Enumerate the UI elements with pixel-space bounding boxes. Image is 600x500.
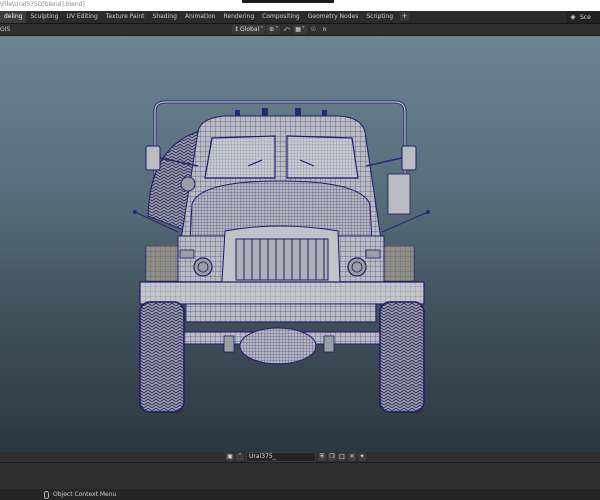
viewport-header: GIS ↕ Global ˅ ⊛ ˅ ⤺ ▦ ˅ ☉ ∩ bbox=[0, 24, 600, 36]
right-wheel bbox=[379, 301, 425, 413]
workspace-tabs: deling Sculpting UV Editing Texture Pain… bbox=[0, 11, 412, 23]
tab-uv-editing[interactable]: UV Editing bbox=[62, 11, 101, 23]
file-path: \File\Ural375D[blend].blend] bbox=[0, 1, 85, 8]
orientation-icon: ↕ bbox=[234, 26, 240, 33]
scene-selector[interactable]: ◈ Sce bbox=[566, 11, 600, 23]
snap-icon[interactable]: ⤺ bbox=[282, 25, 291, 34]
scene-label: Sce bbox=[580, 13, 591, 21]
grid-icon: ▦ bbox=[295, 26, 301, 33]
transform-tools: ↕ Global ˅ ⊛ ˅ ⤺ ▦ ˅ ☉ ∩ bbox=[232, 25, 329, 34]
close-icon[interactable]: ✕ bbox=[348, 453, 356, 461]
orientation-label: Global bbox=[240, 26, 260, 33]
tab-rendering[interactable]: Rendering bbox=[219, 11, 258, 23]
divider bbox=[0, 462, 600, 463]
axle bbox=[177, 303, 383, 365]
snap-dropdown[interactable]: ▦ ˅ bbox=[293, 25, 307, 34]
tab-sculpting[interactable]: Sculpting bbox=[26, 11, 62, 23]
tab-geometry-nodes[interactable]: Geometry Nodes bbox=[304, 11, 363, 23]
chevron-down-icon: ˅ bbox=[275, 26, 279, 33]
3d-viewport[interactable] bbox=[0, 36, 600, 452]
pin-icon[interactable]: ✦ bbox=[358, 453, 366, 461]
folder-icon[interactable]: □ bbox=[338, 453, 346, 461]
truck-wireframe bbox=[133, 100, 430, 413]
copy-icon[interactable]: ❐ bbox=[328, 453, 336, 461]
pivot-dropdown[interactable]: ⊛ ˅ bbox=[267, 25, 281, 34]
shield-icon[interactable]: ⛨ bbox=[318, 453, 326, 461]
mouse-icon bbox=[44, 490, 49, 499]
bumper bbox=[139, 281, 425, 305]
status-bar: Object Context Menu bbox=[0, 489, 600, 500]
tab-shading[interactable]: Shading bbox=[149, 11, 181, 23]
chevron-down-icon: ˅ bbox=[260, 26, 264, 33]
pivot-icon: ⊛ bbox=[269, 26, 275, 33]
tab-modeling[interactable]: deling bbox=[0, 11, 27, 23]
proportional-icon[interactable]: ☉ bbox=[309, 25, 318, 34]
context-hint: Object Context Menu bbox=[44, 489, 116, 500]
mode-label: GIS bbox=[0, 26, 11, 33]
datablock-selector: ▣ ˅ Ural375_ ⛨ ❐ □ ✕ ✦ bbox=[226, 452, 366, 462]
left-headlight bbox=[193, 257, 213, 277]
tab-texture-paint[interactable]: Texture Paint bbox=[102, 11, 149, 23]
left-wheel bbox=[139, 301, 185, 413]
chevron-down-icon: ˅ bbox=[301, 26, 305, 33]
falloff-icon[interactable]: ∩ bbox=[320, 25, 329, 34]
add-workspace-button[interactable]: + bbox=[400, 12, 410, 21]
workspace-bar: deling Sculpting UV Editing Texture Pain… bbox=[0, 11, 600, 24]
title-indicator bbox=[242, 0, 334, 3]
scene-icon: ◈ bbox=[570, 13, 576, 21]
title-bar: \File\Ural375D[blend].blend] bbox=[0, 0, 600, 11]
orientation-dropdown[interactable]: ↕ Global ˅ bbox=[232, 25, 266, 34]
context-menu-label: Object Context Menu bbox=[53, 491, 117, 498]
datablock-icon[interactable]: ▣ bbox=[226, 453, 234, 461]
chevron-down-icon[interactable]: ˅ bbox=[236, 453, 244, 461]
tab-animation[interactable]: Animation bbox=[181, 11, 220, 23]
right-headlight bbox=[347, 257, 367, 277]
object-name-field[interactable]: Ural375_ bbox=[246, 452, 316, 462]
tab-scripting[interactable]: Scripting bbox=[362, 11, 397, 23]
tab-compositing[interactable]: Compositing bbox=[258, 11, 304, 23]
